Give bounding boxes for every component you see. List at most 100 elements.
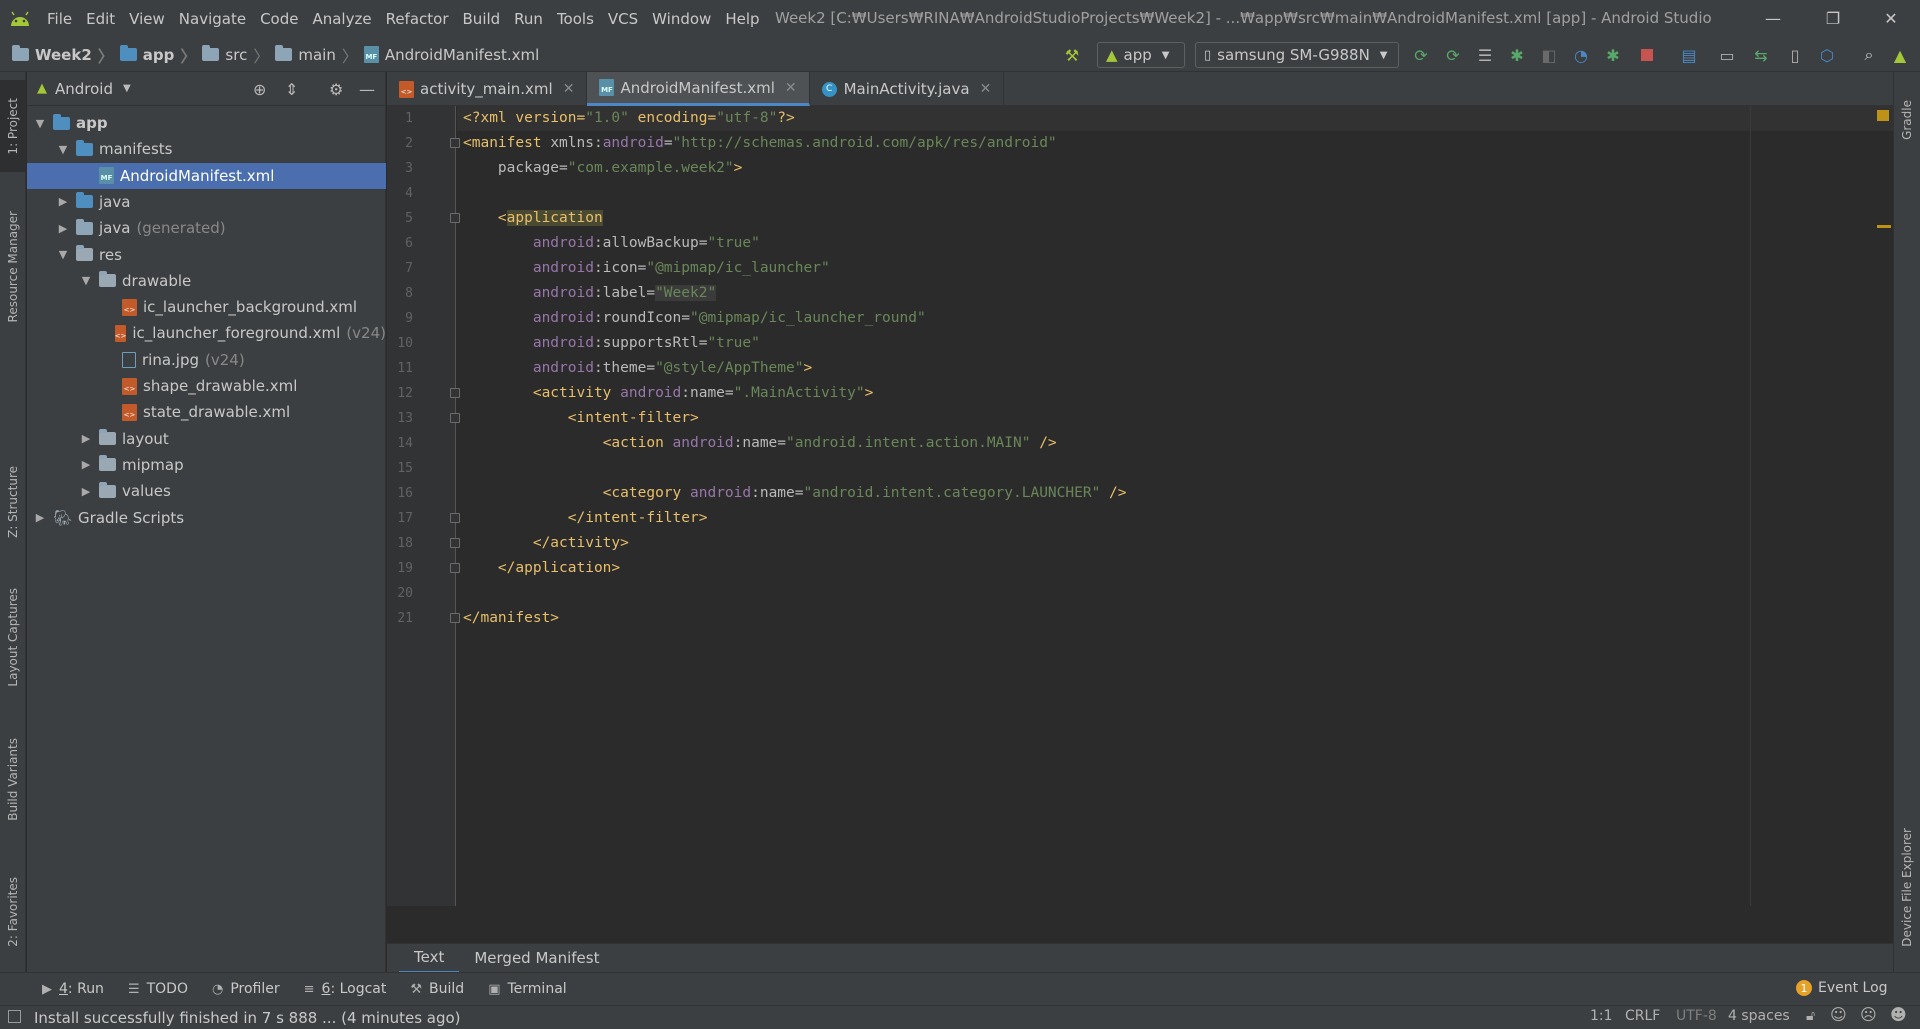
inspection-icon[interactable]: ☻ bbox=[1890, 1005, 1907, 1024]
avd-manager-icon[interactable]: ▭ bbox=[1716, 42, 1738, 68]
tree-item[interactable]: <> ic_launcher_background.xml bbox=[27, 294, 386, 320]
debug-bug-icon[interactable]: ✱ bbox=[1506, 42, 1528, 68]
tool-window-profiler[interactable]: ◔ Profiler bbox=[204, 981, 288, 997]
menu-navigate[interactable]: Navigate bbox=[172, 0, 253, 38]
tree-item[interactable]: ▶ layout bbox=[27, 426, 386, 452]
fold-marker-icon[interactable] bbox=[450, 613, 460, 623]
make-project-hammer-icon[interactable]: ⚒ bbox=[1060, 42, 1084, 68]
collapsed-arrow-icon[interactable]: ▶ bbox=[56, 222, 70, 235]
collapsed-arrow-icon[interactable]: ▶ bbox=[79, 432, 93, 445]
smiley-sad-icon[interactable]: ☹ bbox=[1860, 1005, 1877, 1024]
event-log-button[interactable]: 1 Event Log bbox=[1796, 980, 1888, 996]
tree-item[interactable]: ▼ app bbox=[27, 110, 386, 136]
tree-item[interactable]: ▶ mipmap bbox=[27, 452, 386, 478]
expanded-arrow-icon[interactable]: ▼ bbox=[33, 117, 47, 130]
device-dropdown[interactable]: ▯ samsung SM-G988N ▼ bbox=[1195, 42, 1399, 68]
menu-refactor[interactable]: Refactor bbox=[379, 0, 456, 38]
lock-icon[interactable]: 🔓︎ bbox=[1806, 1008, 1815, 1024]
tab-merged-manifest[interactable]: Merged Manifest bbox=[459, 944, 614, 972]
coverage-icon[interactable]: ☰ bbox=[1474, 42, 1496, 68]
tree-item[interactable]: <> state_drawable.xml bbox=[27, 399, 386, 425]
apply-changes-restart-icon[interactable]: ⟳ bbox=[1410, 42, 1432, 68]
breadcrumb-project[interactable]: Week2 〉 bbox=[12, 43, 114, 67]
status-message[interactable]: Install successfully finished in 7 s 888… bbox=[34, 1009, 461, 1027]
apply-code-changes-icon[interactable]: ⟳ bbox=[1442, 42, 1464, 68]
tool-tab-build-variants[interactable]: Build Variants bbox=[0, 722, 26, 837]
breadcrumb-module[interactable]: app 〉 bbox=[119, 43, 196, 67]
menu-view[interactable]: View bbox=[122, 0, 172, 38]
hide-panel-icon[interactable]: — bbox=[359, 80, 375, 99]
menu-help[interactable]: Help bbox=[718, 0, 766, 38]
menu-analyze[interactable]: Analyze bbox=[305, 0, 378, 38]
tool-tab-favorites[interactable]: 2: Favorites bbox=[0, 862, 26, 962]
breadcrumb-main[interactable]: main 〉 bbox=[275, 43, 358, 67]
collapsed-arrow-icon[interactable]: ▶ bbox=[33, 511, 47, 524]
sync-gradle-icon[interactable]: ⇆ bbox=[1750, 42, 1772, 68]
tool-window-todo[interactable]: ☰ TODO bbox=[120, 981, 196, 997]
device-manager-icon[interactable]: ▯ bbox=[1784, 42, 1806, 68]
menu-edit[interactable]: Edit bbox=[79, 0, 122, 38]
fold-marker-icon[interactable] bbox=[450, 388, 460, 398]
expanded-arrow-icon[interactable]: ▼ bbox=[56, 248, 70, 261]
close-icon[interactable]: ✕ bbox=[563, 81, 575, 97]
fold-marker-icon[interactable] bbox=[450, 563, 460, 573]
expanded-arrow-icon[interactable]: ▼ bbox=[79, 274, 93, 287]
fold-marker-icon[interactable] bbox=[450, 138, 460, 148]
tree-item[interactable]: ▶ values bbox=[27, 478, 386, 504]
toggle-tool-windows-icon[interactable] bbox=[8, 1010, 21, 1023]
close-icon[interactable]: ✕ bbox=[785, 80, 797, 96]
collapsed-arrow-icon[interactable]: ▶ bbox=[79, 485, 93, 498]
code-editor[interactable]: 1 2 3 4 5 6 7 8 9 10 11 12 13 14 15 16 17 18 19 20 21 <?xml … bbox=[387, 106, 1893, 906]
fold-marker-icon[interactable] bbox=[450, 213, 460, 223]
collapsed-arrow-icon[interactable]: ▶ bbox=[56, 195, 70, 208]
tool-tab-device-file-explorer[interactable]: Device File Explorer bbox=[1894, 812, 1920, 962]
search-icon[interactable]: ⌕ bbox=[1858, 42, 1880, 68]
menu-vcs[interactable]: VCS bbox=[601, 0, 645, 38]
tree-item[interactable]: ▶ 🐘︎ Gradle Scripts bbox=[27, 505, 386, 531]
tree-item[interactable]: ▼ drawable bbox=[27, 268, 386, 294]
tree-item[interactable]: rina.jpg (v24) bbox=[27, 347, 386, 373]
tool-tab-project[interactable]: 1: Project bbox=[0, 80, 26, 172]
fold-marker-icon[interactable] bbox=[450, 538, 460, 548]
run-config-dropdown[interactable]: ▲ app ▼ bbox=[1097, 42, 1185, 68]
tree-item[interactable]: MF AndroidManifest.xml bbox=[27, 162, 386, 189]
tool-tab-structure[interactable]: Z: Structure bbox=[0, 452, 26, 552]
warning-marker[interactable] bbox=[1877, 225, 1891, 228]
tree-item[interactable]: ▼ res bbox=[27, 242, 386, 268]
profiler-gauge-icon[interactable]: ◔ bbox=[1570, 42, 1592, 68]
indent-setting[interactable]: 4 spaces bbox=[1728, 1008, 1790, 1024]
collapsed-arrow-icon[interactable]: ▶ bbox=[79, 458, 93, 471]
breadcrumb-src[interactable]: src 〉 bbox=[202, 43, 269, 67]
tab-text[interactable]: Text bbox=[399, 943, 460, 974]
tool-window-run[interactable]: ▶ 4: Run bbox=[34, 981, 112, 997]
tool-tab-gradle[interactable]: Gradle bbox=[1894, 80, 1920, 160]
breadcrumb-file[interactable]: MF AndroidManifest.xml bbox=[363, 46, 539, 64]
android-icon[interactable]: ▲ bbox=[1888, 42, 1912, 68]
menu-run[interactable]: Run bbox=[507, 0, 550, 38]
locate-target-icon[interactable]: ⊕ bbox=[253, 80, 266, 99]
minimize-button[interactable]: — bbox=[1750, 0, 1796, 36]
gear-icon[interactable]: ⚙ bbox=[329, 80, 343, 99]
collapse-all-icon[interactable]: ⇕ bbox=[285, 80, 298, 99]
tool-tab-layout-captures[interactable]: Layout Captures bbox=[0, 572, 26, 702]
project-structure-icon[interactable]: ▤ bbox=[1678, 42, 1700, 68]
menu-build[interactable]: Build bbox=[456, 0, 508, 38]
close-icon[interactable]: ✕ bbox=[980, 81, 992, 97]
tree-item[interactable]: <> ic_launcher_foreground.xml (v24) bbox=[27, 320, 386, 346]
menu-tools[interactable]: Tools bbox=[550, 0, 601, 38]
menu-window[interactable]: Window bbox=[645, 0, 718, 38]
debug-attach-icon[interactable]: ✱ bbox=[1602, 42, 1624, 68]
tool-window-logcat[interactable]: ≡ 6: Logcat bbox=[296, 981, 395, 997]
tree-item[interactable]: <> shape_drawable.xml bbox=[27, 373, 386, 399]
caret-position[interactable]: 1:1 bbox=[1590, 1008, 1613, 1024]
tab-main-activity-java[interactable]: C MainActivity.java ✕ bbox=[810, 72, 1005, 106]
tree-item[interactable]: ▶ java (generated) bbox=[27, 215, 386, 241]
tool-window-terminal[interactable]: ▣ Terminal bbox=[480, 981, 574, 997]
menu-file[interactable]: File bbox=[40, 0, 79, 38]
menu-code[interactable]: Code bbox=[253, 0, 305, 38]
tool-window-build[interactable]: ⚒ Build bbox=[402, 981, 472, 997]
smiley-happy-icon[interactable]: ☺ bbox=[1830, 1005, 1847, 1024]
attach-debugger-icon[interactable]: ◧ bbox=[1538, 42, 1560, 68]
tab-activity-main-xml[interactable]: <> activity_main.xml ✕ bbox=[387, 72, 588, 106]
tool-tab-resource-manager[interactable]: Resource Manager bbox=[0, 192, 26, 342]
